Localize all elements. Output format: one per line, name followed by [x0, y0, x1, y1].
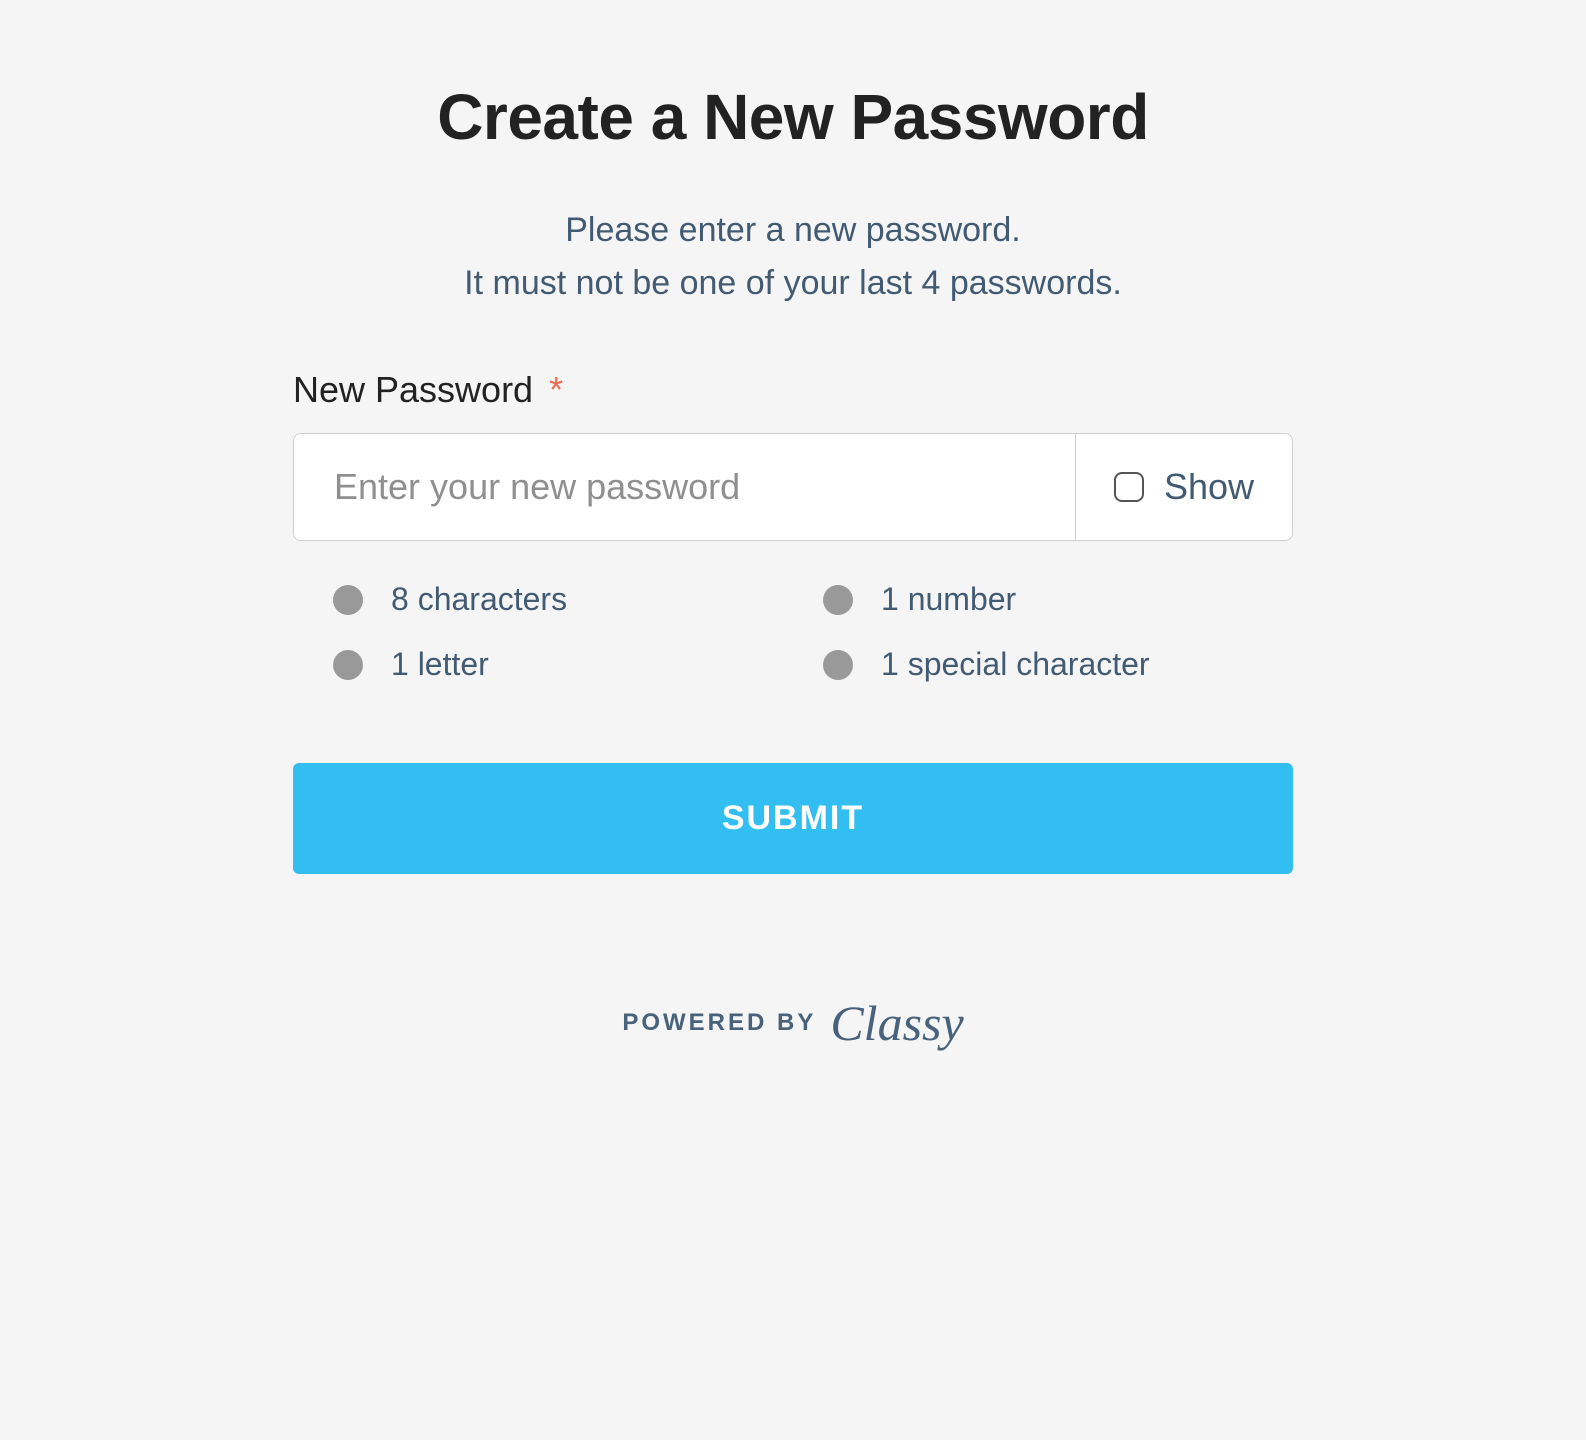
new-password-input[interactable] — [294, 434, 1075, 540]
requirement-item: 1 special character — [823, 646, 1253, 683]
requirement-item: 1 number — [823, 581, 1253, 618]
page-title: Create a New Password — [293, 80, 1293, 154]
password-input-group: Show — [293, 433, 1293, 541]
password-form-container: Create a New Password Please enter a new… — [293, 80, 1293, 1052]
requirement-text: 1 special character — [881, 646, 1150, 683]
requirement-text: 1 letter — [391, 646, 489, 683]
show-password-label: Show — [1164, 466, 1254, 508]
show-password-toggle[interactable]: Show — [1075, 434, 1292, 540]
show-password-checkbox[interactable] — [1114, 472, 1144, 502]
requirement-dot-icon — [333, 650, 363, 680]
instruction-line-2: It must not be one of your last 4 passwo… — [293, 257, 1293, 310]
requirement-item: 8 characters — [333, 581, 763, 618]
instructions: Please enter a new password. It must not… — [293, 204, 1293, 309]
requirement-dot-icon — [823, 650, 853, 680]
password-field-label: New Password * — [293, 369, 1293, 411]
footer: POWERED BY Classy — [293, 994, 1293, 1052]
password-requirements: 8 characters 1 number 1 letter 1 special… — [293, 581, 1293, 683]
requirement-dot-icon — [823, 585, 853, 615]
instruction-line-1: Please enter a new password. — [293, 204, 1293, 257]
powered-by-label: POWERED BY — [622, 1009, 816, 1037]
requirement-text: 8 characters — [391, 581, 567, 618]
requirement-dot-icon — [333, 585, 363, 615]
requirement-item: 1 letter — [333, 646, 763, 683]
submit-button[interactable]: SUBMIT — [293, 763, 1293, 874]
brand-logo: Classy — [830, 994, 963, 1052]
requirement-text: 1 number — [881, 581, 1016, 618]
required-asterisk: * — [549, 369, 563, 410]
field-label-text: New Password — [293, 369, 533, 410]
